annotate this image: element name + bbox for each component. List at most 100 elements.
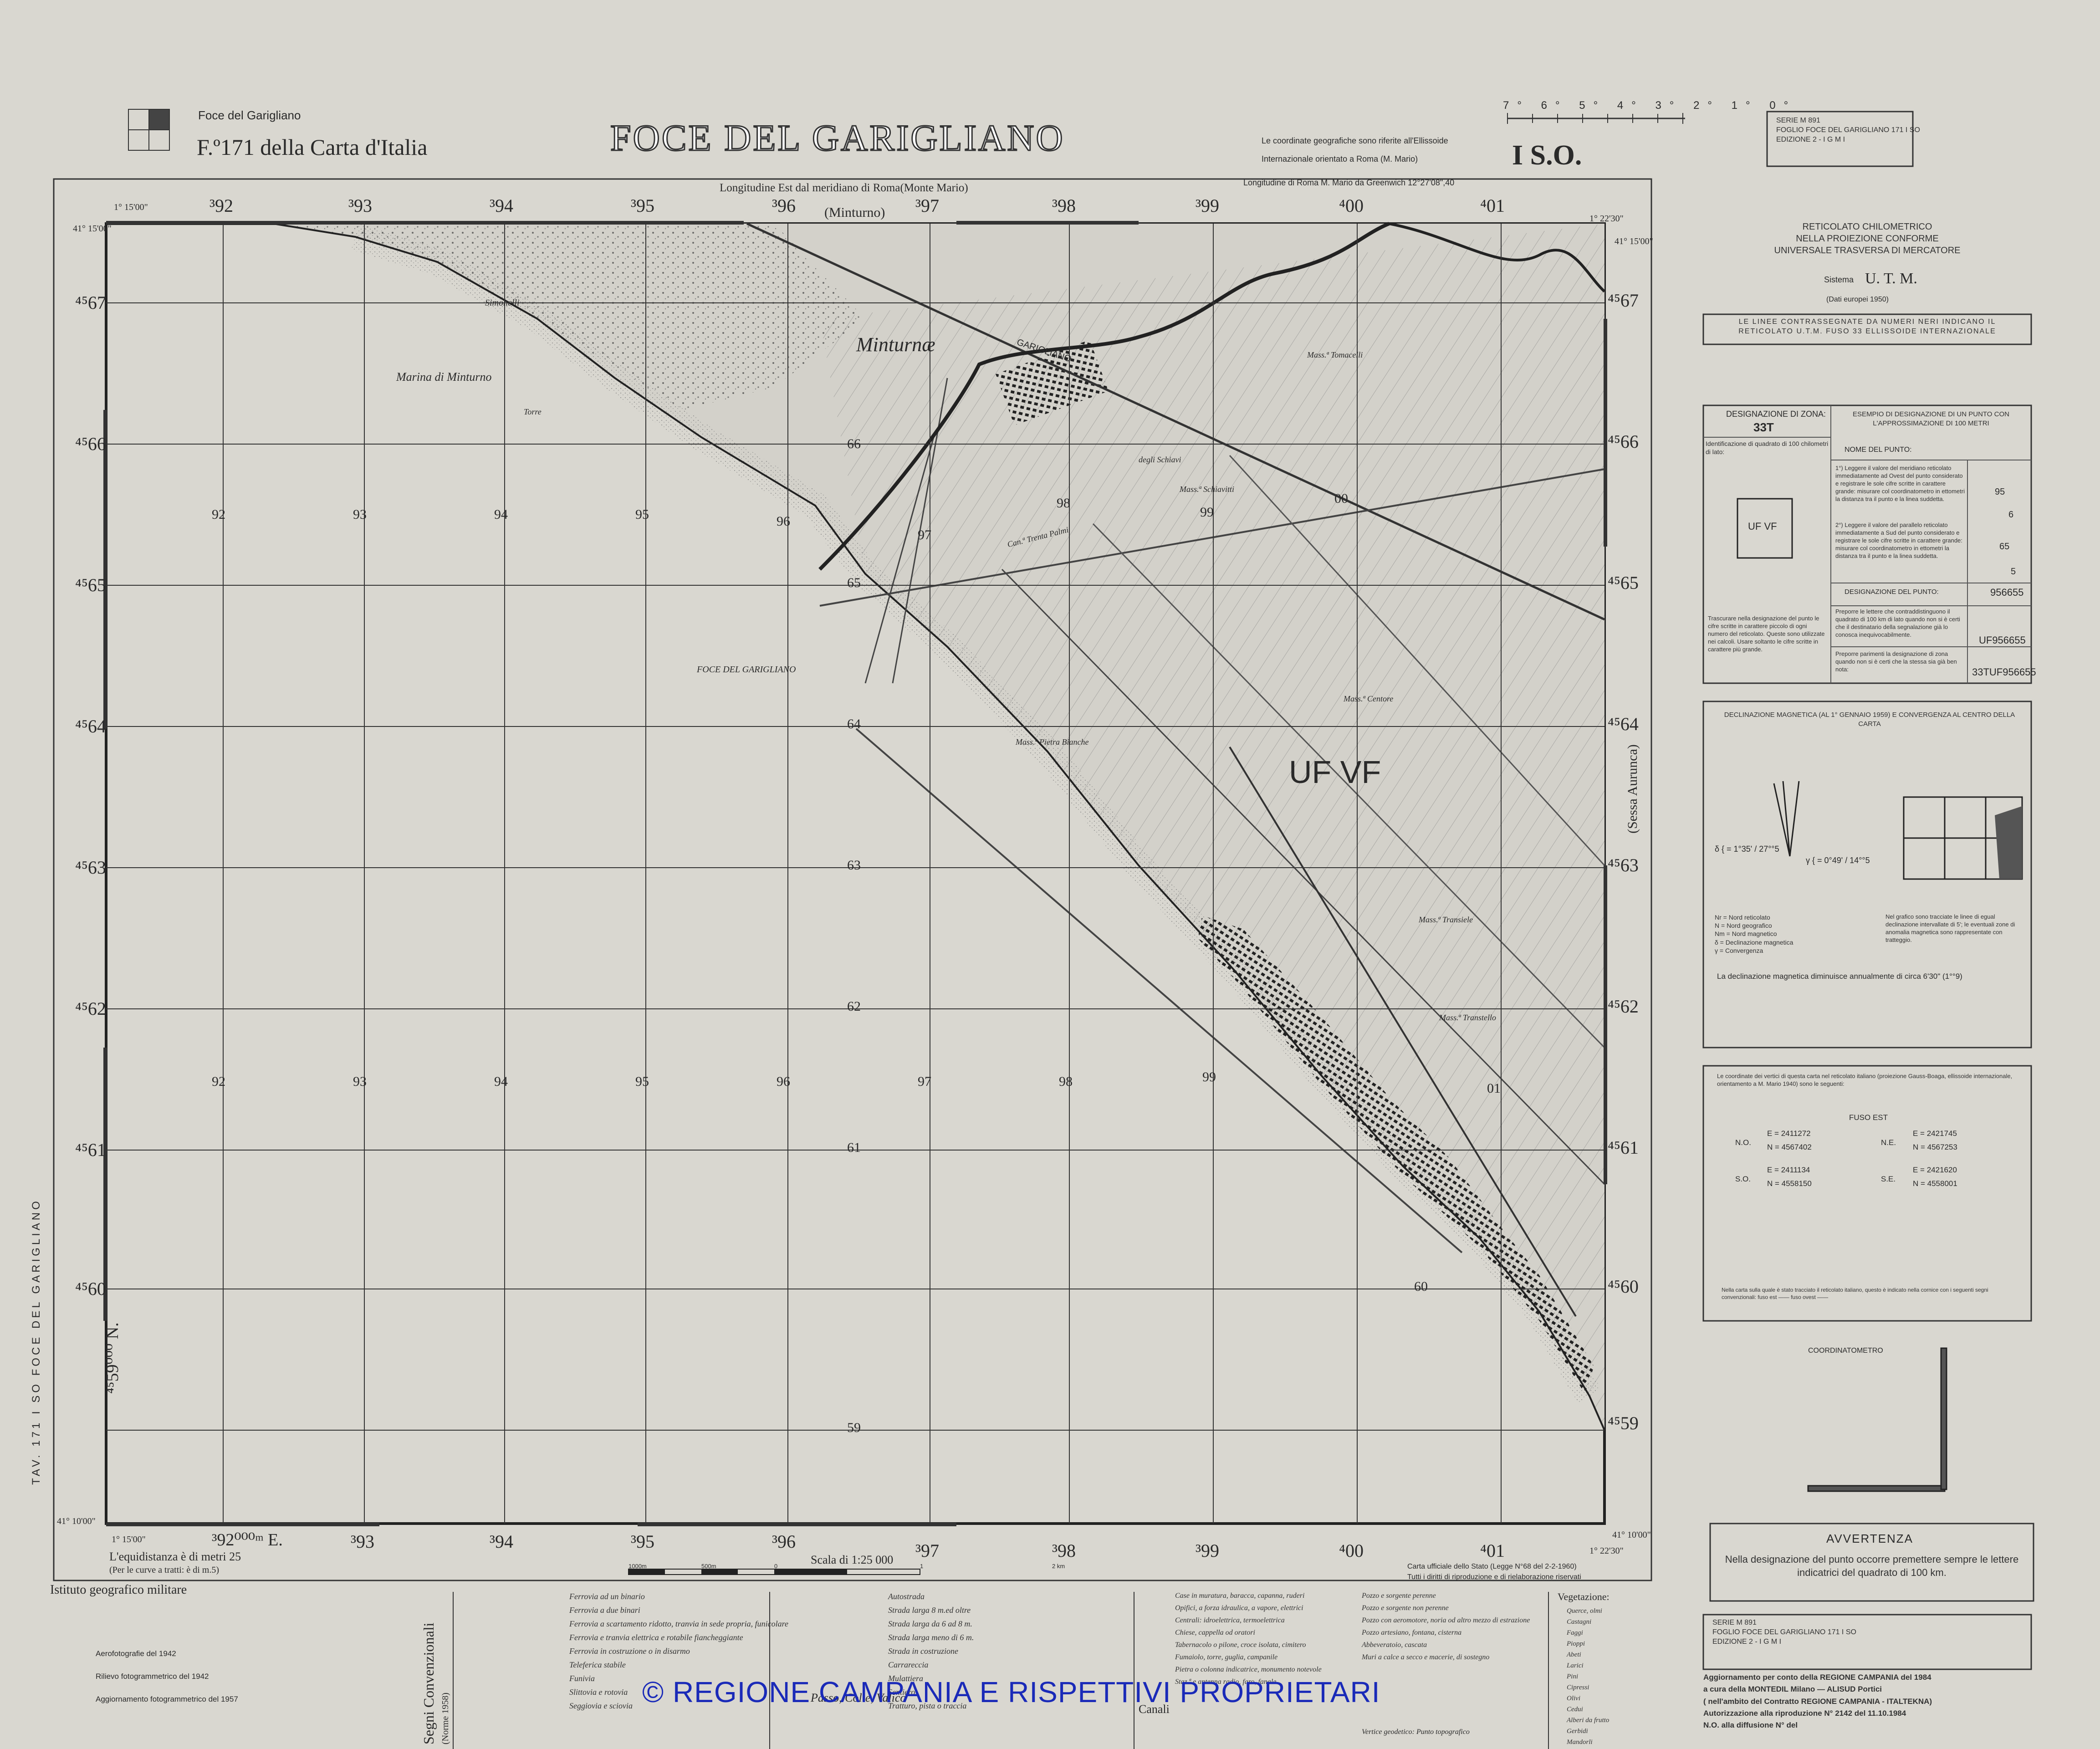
inner-northing-60: 60 [1414,1279,1428,1294]
veg-pini: Pini [1567,1673,1578,1680]
top-easting-399: ³99 [1196,195,1219,216]
legend-pietra: Pietra o colonna indicatrice, monumento … [1175,1666,1322,1673]
scale-mark-1000m: 1000m [628,1563,647,1570]
top-easting-398: ³98 [1052,195,1076,216]
left-northing-61: ⁴⁵61 [75,1140,106,1160]
declination-gamma: γ { = 0°49' / 14°°5 [1806,856,1870,865]
legend-abbeveratoio: Abbeveratoio, cascata [1362,1641,1427,1649]
side-panel-boxes [1702,111,2034,1670]
top-easting-400: ⁴00 [1339,195,1364,216]
legend-pozzo-non-perenne: Pozzo e sorgente non perenne [1362,1604,1449,1612]
main-title: FOCE DEL GARIGLIANO [610,117,1065,159]
corner-bottom-right-lon: 1° 22'30" [1589,1546,1624,1556]
step-2: 2°) Leggere il valore del parallelo reti… [1835,522,1962,559]
vertical-sheet-label: TAV. 171 I SO FOCE DEL GARIGLIANO [30,1198,42,1485]
veg-olivi: Olivi [1567,1695,1580,1702]
corner-top-right-lat: 41° 15'00" [1615,236,1653,246]
lines-note: LE LINEE CONTRASSEGNATE DA NUMERI NERI I… [1738,318,1996,335]
inner-easting-93a: 93 [353,507,367,522]
update-line-1: Aggiornamento per conto della REGIONE CA… [1703,1673,1931,1682]
update-line-4: Autorizzazione alla riproduzione N° 2142… [1703,1709,1906,1718]
corner-bottom-left-lon: 1° 15'00" [112,1534,146,1544]
legend-rail-electric: Ferrovia e tranvia elettrica e rotabile … [569,1633,743,1642]
warning-text: Nella designazione del punto occorre pre… [1725,1554,2019,1578]
legend-chiese: Chiese, cappella od oratori [1175,1629,1255,1636]
legend-centrali: Centrali: idroelettrica, termoelettrica [1175,1616,1285,1624]
legend-rail-construction: Ferrovia in costruzione o in disarmo [569,1647,690,1656]
legend-muri: Muri a calce a secco e macerie, di soste… [1362,1653,1490,1661]
step-value-5: 5 [2011,567,2016,577]
point-designation-label: DESIGNAZIONE DEL PUNTO: [1845,588,1939,596]
series-line-3: EDIZIONE 2 - I G M I [1776,135,1845,143]
declination-title: DECLINAZIONE MAGNETICA (AL 1° GENNAIO 19… [1724,711,2015,728]
place-mass-schiavitti: Mass.ª Schiavitti [1180,485,1234,494]
scale-mark-500m: 500m [701,1563,716,1570]
declination-delta: δ { = 1°35' / 27°°5 [1715,844,1779,854]
legend-fumaiolo: Fumaiolo, torre, guglia, campanile [1175,1653,1278,1661]
bottom-easting-399: ³99 [1196,1540,1219,1561]
longitude-note: Longitudine Est dal meridiano di Roma(Mo… [720,182,968,194]
series2-line-2: FOGLIO FOCE DEL GARIGLIANO 171 I SO [1712,1628,1856,1636]
series-box-top: SERIE M 891 FOGLIO FOCE DEL GARIGLIANO 1… [1776,116,1920,144]
neglect-note: Trascurare nella designazione del punto … [1708,615,1825,653]
grid-title-line-2: NELLA PROIEZIONE CONFORME [1796,234,1939,244]
step-value-6: 6 [2008,510,2014,520]
inner-northing-63: 63 [847,858,861,873]
point-name-label: NOME DEL PUNTO: [1845,446,1912,454]
grid-title-line-1: RETICOLATO CHILOMETRICO [1802,222,1932,232]
place-degli-schiavi: degli Schiavi [1139,455,1181,464]
series-line-2: FOGLIO FOCE DEL GARIGLIANO 171 I SO [1776,126,1920,134]
degree-scale-labels: 7° 6° 5° 4° 3° 2° 1° 0° [1503,99,1797,112]
ellipsoid-note-2: Internazionale orientato a Roma (M. Mari… [1262,154,1418,164]
top-easting-393: ³93 [348,195,372,216]
grid-title: RETICOLATO CHILOMETRICO NELLA PROIEZIONE… [1758,221,1977,256]
legend-case: Case in muratura, baracca, capanna, rude… [1175,1592,1305,1600]
right-northing-62: ⁴⁵62 [1608,996,1639,1017]
series2-line-1: SERIE M 891 [1712,1619,1757,1626]
contour-note-2: (Per le curve a tratti: è di m.5) [109,1565,220,1575]
legend-rail-single: Ferrovia ad un binario [569,1592,645,1601]
legend-road-6-8m: Strada larga da 6 ad 8 m. [888,1619,972,1628]
scale-mark-1: 1 [920,1563,924,1570]
ellipsoid-note-1: Le coordinate geografiche sono riferite … [1262,136,1448,145]
left-northing-59: ⁴⁵59⁰⁰⁰ N. [103,1322,122,1394]
fuso-est: FUSO EST [1849,1113,1888,1122]
update-line-5: N.O. alla diffusione N° del [1703,1721,1798,1730]
corner-so-n: N = 4558150 [1767,1179,1812,1188]
veg-faggi: Faggi [1567,1629,1583,1636]
update-line-3: ( nell'ambito del Contratto REGIONE CAMP… [1703,1697,1932,1706]
scale-bar [628,1569,920,1575]
veg-abeti: Abeti [1567,1651,1581,1658]
veg-larici: Larici [1567,1662,1584,1669]
legend-buildings: Case in muratura, baracca, capanna, rude… [1175,1590,1322,1688]
bottom-easting-400: ⁴00 [1339,1540,1364,1561]
inner-easting-94a: 94 [494,507,508,522]
bottom-easting-392: ³92⁰⁰⁰ᵐ E. [212,1530,283,1550]
legend-geodetic: Vertice geodetico: Punto topografico [1362,1728,1470,1736]
inner-northing-59: 59 [847,1420,861,1435]
place-marina-di-minturno: Marina di Minturno [396,370,492,384]
left-northing-62: ⁴⁵62 [75,998,106,1019]
legend-opifici: Opifici, a forza idraulica, a vapore, el… [1175,1604,1303,1612]
index-grid-diagram [128,109,170,151]
degree-scale [1507,113,1685,124]
map-ref-01: 01 [1487,1081,1501,1096]
corner-bottom-right-lat: 41° 10'00" [1612,1530,1651,1540]
zone-prefix-value: 33TUF956655 [1972,666,2036,678]
legend-pozzo-aeromotore: Pozzo con aeromotore, noria od altro mez… [1362,1616,1530,1624]
veg-cedui: Cedui [1567,1706,1583,1713]
vegetation-title: Vegetazione: [1558,1591,1609,1602]
prefix-value: UF956655 [1979,634,2026,646]
place-mass-transtello: Mass.ª Transtello [1439,1013,1496,1022]
inner-easting-93b: 93 [353,1074,367,1089]
coord-note: Le coordinate dei vertici di questa cart… [1717,1073,2013,1087]
place-sessa-aurunca: (Sessa Aurunca) [1625,744,1640,834]
zone-prefix-note: Preporre parimenti la designazione di zo… [1835,650,1957,673]
rights-label: Tutti i diritti di riproduzione e di rie… [1407,1573,1581,1581]
inner-easting-95b: 95 [635,1074,649,1089]
series-line-1: SERIE M 891 [1776,117,1820,124]
inner-easting-95a: 95 [635,507,649,522]
bottom-easting-395: ³95 [631,1531,654,1552]
right-northing-65: ⁴⁵65 [1608,573,1639,593]
right-northing-60: ⁴⁵60 [1608,1276,1639,1297]
